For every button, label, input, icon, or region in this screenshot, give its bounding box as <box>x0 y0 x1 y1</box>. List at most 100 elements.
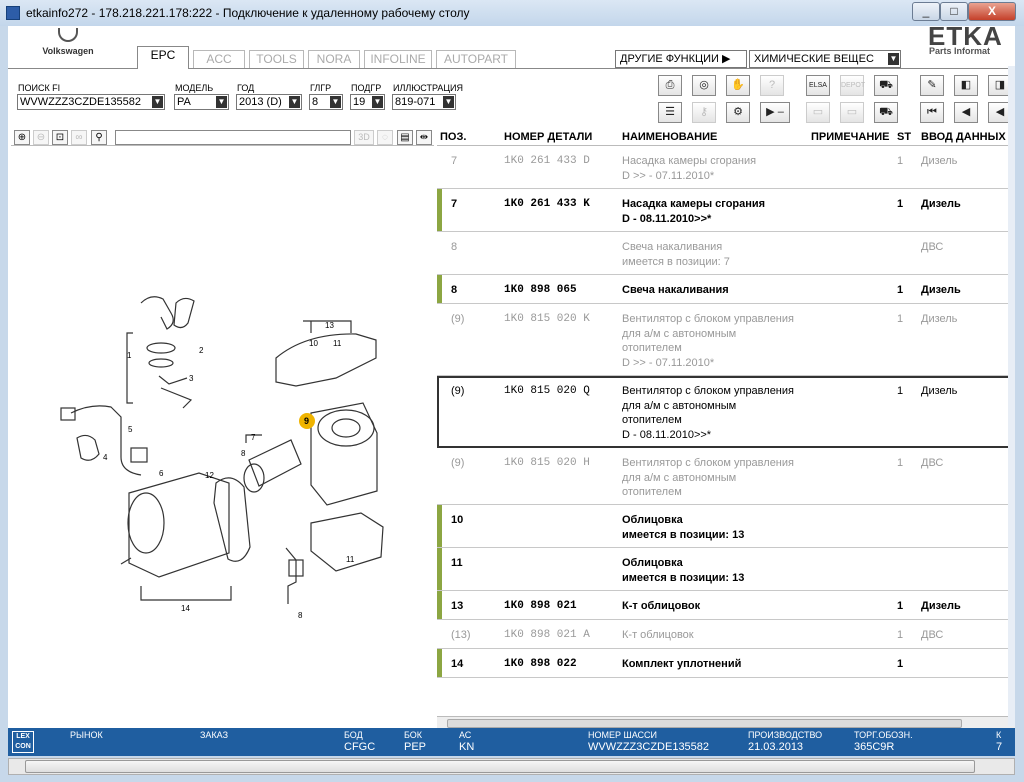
tab-acc[interactable]: ACC <box>193 50 245 68</box>
table-row[interactable]: 7 1K0 261 433 K Насадка камеры сгорания D … <box>437 189 1015 232</box>
zoom-fit-icon[interactable]: ⊡ <box>52 130 68 145</box>
col-data-entry[interactable]: ВВОД ДАННЫХ <box>921 131 1006 143</box>
col-name[interactable]: НАИМЕНОВАНИЕ <box>622 131 717 143</box>
vertical-scrollbar[interactable] <box>1008 66 1015 726</box>
split-icon[interactable]: ⇹ <box>416 130 432 145</box>
zoom-out-icon[interactable]: ⊖ <box>33 130 49 145</box>
help-icon[interactable]: ? <box>760 75 784 96</box>
zoom-link-icon[interactable]: ∞ <box>71 130 87 145</box>
other-functions-menu[interactable]: ДРУГИЕ ФУНКЦИИ ▶ <box>615 50 747 68</box>
trade-code-label: ТОРГ.ОБОЗН. <box>854 730 913 740</box>
col-part-number[interactable]: НОМЕР ДЕТАЛИ <box>504 131 592 143</box>
table-row[interactable]: (9) 1K0 815 020 H Вентилятор с блоком упра… <box>437 448 1015 505</box>
row-marker <box>437 505 442 547</box>
chevron-down-icon[interactable]: ▼ <box>372 96 383 108</box>
elsa2-icon[interactable]: ▭ <box>806 102 830 123</box>
zoom-field[interactable] <box>115 130 351 145</box>
depot-icon[interactable]: DEPOT <box>840 75 865 96</box>
model-select[interactable]: PA ▼ <box>174 94 229 110</box>
table-row[interactable]: 10 Облицовка имеется в позиции: 13 <box>437 505 1015 548</box>
callout-6[interactable]: 6 <box>159 469 164 478</box>
sub-group-value: 19 <box>353 96 366 108</box>
callout-2[interactable]: 2 <box>199 346 204 355</box>
row-name: Вентилятор с блоком управления для а/м с… <box>622 457 794 498</box>
pin-icon[interactable]: ✎ <box>920 75 944 96</box>
window-icon[interactable]: ▤ <box>397 130 413 145</box>
tab-autopart[interactable]: AUTOPART <box>436 50 516 68</box>
callout-8b[interactable]: 8 <box>298 611 303 620</box>
sub-group-select[interactable]: 19 ▼ <box>350 94 385 110</box>
cart-add-icon[interactable]: ⛟ <box>874 75 898 96</box>
cover-shape <box>275 333 377 387</box>
table-row[interactable]: (9) 1K0 815 020 Q Вентилятор с блоком упра… <box>437 376 1015 448</box>
chevron-down-icon[interactable]: ▼ <box>152 96 163 108</box>
exploded-view-drawing[interactable]: 1 2 3 4 5 6 7 8 8 10 11 12 13 11 14 9 <box>11 148 434 728</box>
callout-11[interactable]: 11 <box>346 555 355 564</box>
tab-epc[interactable]: EPC <box>137 46 189 69</box>
table-row[interactable]: 11 Облицовка имеется в позиции: 13 <box>437 548 1015 591</box>
col-note[interactable]: ПРИМЕЧАНИЕ <box>811 131 890 143</box>
cart-icon[interactable]: ⛟ <box>874 102 898 123</box>
callout-3[interactable]: 3 <box>189 374 194 383</box>
table-row[interactable]: 8 1K0 898 065 Свеча накаливания 1 Дизель <box>437 275 1015 304</box>
callout-8a[interactable]: 8 <box>241 449 246 458</box>
callout-11b[interactable]: 11 <box>333 339 342 348</box>
col-st[interactable]: ST <box>897 131 911 143</box>
depot2-icon[interactable]: ▭ <box>840 102 864 123</box>
bod-value: CFGC <box>344 741 376 753</box>
callout-12[interactable]: 12 <box>205 471 214 480</box>
illustration-select[interactable]: 819-071 ▼ <box>392 94 456 110</box>
close-button[interactable]: X <box>968 2 1016 21</box>
parts-icon[interactable]: ◎ <box>692 75 716 96</box>
table-row[interactable]: 8 Свеча накаливания имеется в позиции: 7 Д… <box>437 232 1015 275</box>
year-select[interactable]: 2013 (D) ▼ <box>236 94 302 110</box>
print-icon[interactable]: ⎙ <box>658 75 682 96</box>
prev-icon[interactable]: ◀ <box>954 102 978 123</box>
year-label: ГОД <box>237 83 255 93</box>
elsa-icon[interactable]: ELSA <box>806 75 830 96</box>
hotspot-icon[interactable]: ◌ <box>377 130 393 145</box>
zoom-in-icon[interactable]: ⊕ <box>14 130 30 145</box>
table-row[interactable]: 14 1K0 898 022 Комплект уплотнений 1 <box>437 649 1015 678</box>
main-group-select[interactable]: 8 ▼ <box>309 94 343 110</box>
bike-icon[interactable]: ⚙ <box>726 102 750 123</box>
first-icon[interactable]: ⏮ <box>920 102 944 123</box>
hands-icon[interactable]: ✋ <box>726 75 750 96</box>
table-row[interactable]: (13) 1K0 898 021 A К-т облицовок 1 ДВС <box>437 620 1015 649</box>
tab-tools[interactable]: TOOLS <box>249 50 304 68</box>
maximize-button[interactable]: □ <box>940 2 968 21</box>
magnifier-icon[interactable]: ⚲ <box>91 130 107 145</box>
vw-emblem-icon <box>58 28 78 42</box>
remote-horizontal-scrollbar[interactable] <box>8 758 1015 775</box>
callout-9[interactable]: 9 <box>304 416 309 426</box>
chevron-down-icon[interactable]: ▼ <box>443 96 454 108</box>
play-minus-icon[interactable]: ▶ – <box>760 102 790 123</box>
minimize-button[interactable]: _ <box>912 2 940 21</box>
tab-infoline[interactable]: INFOLINE <box>364 50 432 68</box>
chevron-down-icon[interactable]: ▼ <box>289 96 300 108</box>
list-icon[interactable]: ☰ <box>658 102 682 123</box>
callout-5[interactable]: 5 <box>128 425 133 434</box>
callout-7[interactable]: 7 <box>251 433 256 442</box>
col-pos[interactable]: ПОЗ. <box>440 131 466 143</box>
3d-view-button[interactable]: 3D <box>354 130 374 145</box>
callout-4[interactable]: 4 <box>103 453 108 462</box>
scroll-thumb[interactable] <box>447 719 962 728</box>
table-row[interactable]: (9) 1K0 815 020 K Вентилятор с блоком упра… <box>437 304 1015 376</box>
title-bar[interactable]: etkainfo272 - 178.218.221.178:222 - Подк… <box>0 0 1024 26</box>
leader-bracket <box>126 332 133 404</box>
callout-14[interactable]: 14 <box>181 604 190 613</box>
chevron-down-icon[interactable]: ▼ <box>216 96 227 108</box>
callout-10[interactable]: 10 <box>309 339 318 348</box>
chemicals-menu[interactable]: ХИМИЧЕСКИЕ ВЕЩЕС ▼ <box>749 50 901 68</box>
callout-13[interactable]: 13 <box>325 321 334 330</box>
callout-1[interactable]: 1 <box>127 351 132 360</box>
table-row[interactable]: 7 1K0 261 433 D Насадка камеры сгорания D … <box>437 146 1015 189</box>
scroll-thumb[interactable] <box>25 760 975 773</box>
key-icon[interactable]: ⚷ <box>692 102 716 123</box>
table-row[interactable]: 13 1K0 898 021 К-т облицовок 1 Дизель <box>437 591 1015 620</box>
fi-search-input[interactable]: WVWZZZ3CZDE135582 ▼ <box>17 94 165 110</box>
chevron-down-icon[interactable]: ▼ <box>330 96 341 108</box>
tab-nora[interactable]: NORA <box>308 50 360 68</box>
book-back-icon[interactable]: ◧ <box>954 75 978 96</box>
